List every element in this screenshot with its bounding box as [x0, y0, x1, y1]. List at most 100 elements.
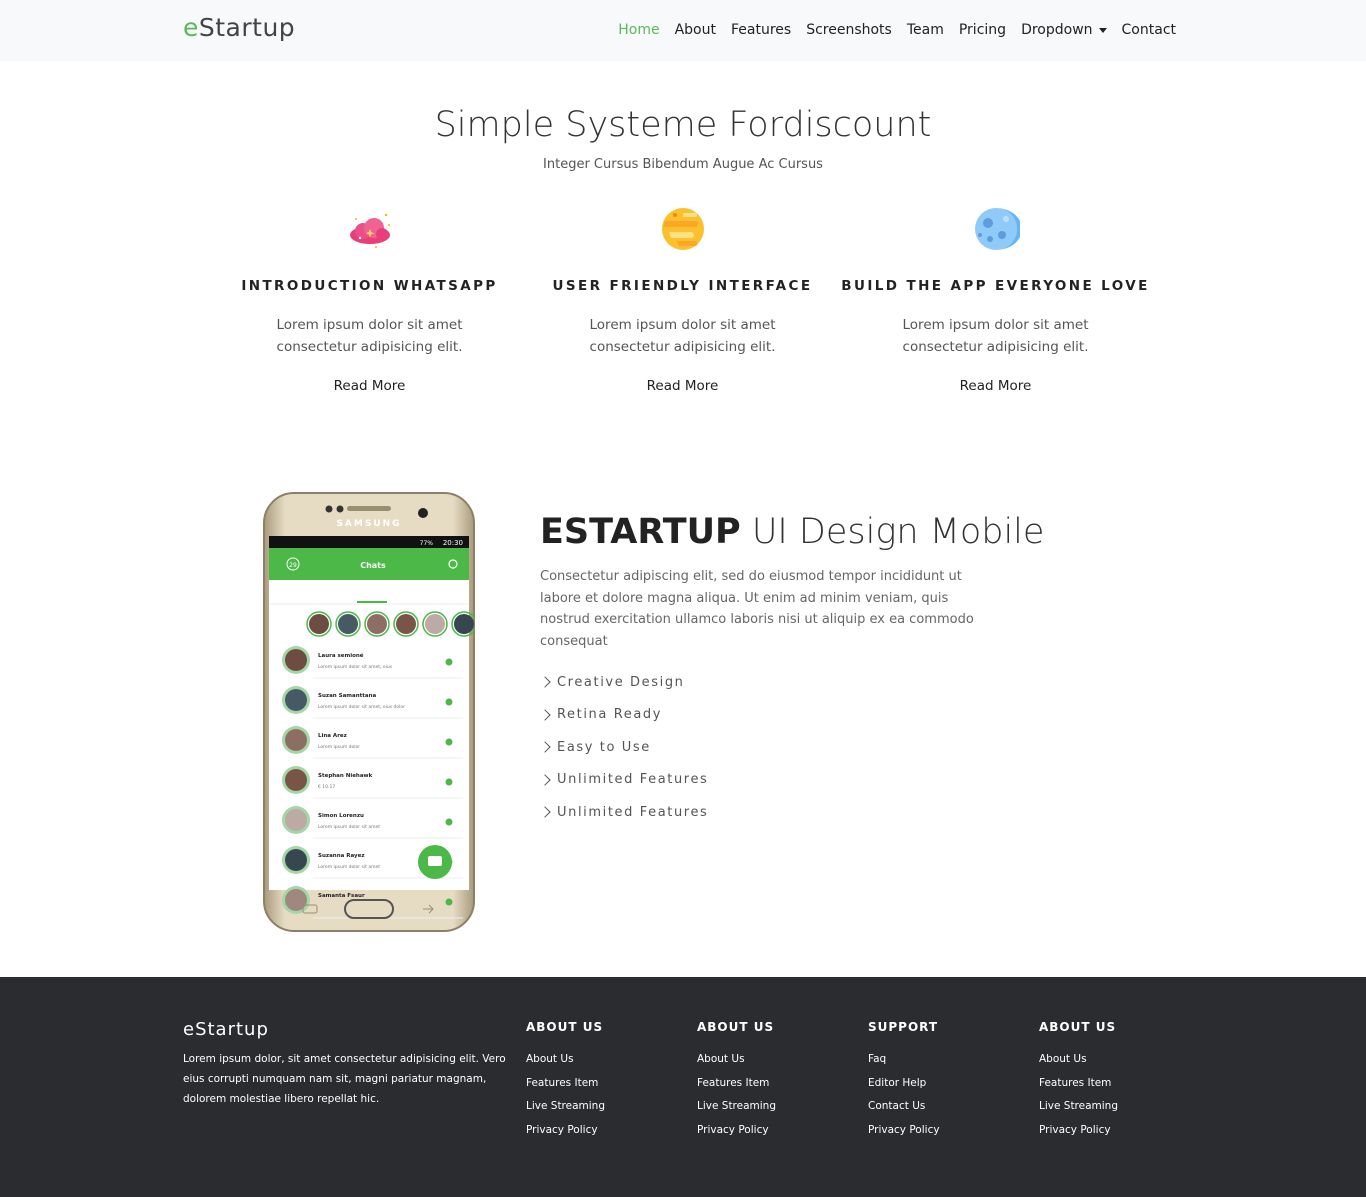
nav-features[interactable]: Features	[731, 22, 791, 38]
feature-card: INTRODUCTION WHATSAPP Lorem ipsum dolor …	[213, 205, 526, 394]
footer-link[interactable]: About Us	[526, 1048, 605, 1072]
footer-link[interactable]: Live Streaming	[697, 1095, 776, 1119]
chevron-right-icon	[539, 676, 551, 688]
checklist-item: Easy to Use	[539, 731, 980, 764]
feature-card: USER FRIENDLY INTERFACE Lorem ipsum dolo…	[526, 205, 839, 394]
nav-dropdown-label: Dropdown	[1021, 22, 1093, 38]
nav-about[interactable]: About	[675, 22, 716, 38]
footer-link[interactable]: Privacy Policy	[697, 1119, 776, 1143]
feature-text: Lorem ipsum dolor sit amet consectetur a…	[902, 317, 1089, 355]
planet-icon	[659, 205, 707, 253]
read-more-link[interactable]: Read More	[647, 378, 719, 394]
chat-message: Lorem ipsum dolor sit amet	[318, 864, 380, 870]
feature-text: Lorem ipsum dolor sit amet consectetur a…	[589, 317, 776, 355]
story-avatar	[335, 611, 361, 637]
phone-mockup-image: SAMSUNG 20:30 77% Chats 29 Laura semioné…	[263, 492, 477, 932]
footer-link[interactable]: Live Streaming	[526, 1095, 605, 1119]
moon-icon	[972, 205, 1022, 253]
footer-column: SUPPORT Faq Editor Help Contact Us Priva…	[868, 1020, 940, 1142]
nav-contact[interactable]: Contact	[1122, 22, 1176, 38]
footer-link[interactable]: Privacy Policy	[1039, 1119, 1118, 1143]
feature-checklist: Creative Design Retina Ready Easy to Use…	[539, 666, 980, 829]
read-more-link[interactable]: Read More	[334, 378, 406, 394]
story-avatar	[422, 611, 448, 637]
cloud-icon	[346, 205, 394, 253]
footer-link[interactable]: Privacy Policy	[868, 1119, 940, 1143]
nav-dropdown[interactable]: Dropdown	[1021, 22, 1107, 38]
footer-link[interactable]: Features Item	[1039, 1072, 1118, 1096]
chat-name: Samanta Fsaur	[318, 893, 365, 899]
footer-link[interactable]: About Us	[1039, 1048, 1118, 1072]
footer-description: Lorem ipsum dolor, sit amet consectetur …	[183, 1053, 506, 1105]
footer-link[interactable]: Editor Help	[868, 1072, 940, 1096]
caret-down-icon	[1098, 27, 1107, 33]
footer-link[interactable]: Privacy Policy	[526, 1119, 605, 1143]
phone-header: Chats	[360, 561, 386, 570]
footer-link[interactable]: Faq	[868, 1048, 940, 1072]
chevron-right-icon	[539, 806, 551, 818]
phone-time: 20:30	[443, 539, 463, 547]
chat-name: Lina Arez	[318, 733, 347, 739]
checklist-label: Retina Ready	[557, 707, 663, 723]
phone-badge: 29	[289, 562, 297, 569]
footer-column: ABOUT US About Us Features Item Live Str…	[1039, 1020, 1118, 1142]
chevron-right-icon	[539, 709, 551, 721]
chat-message: Lorem ipsum dolor	[318, 744, 360, 750]
brand-rest: Startup	[198, 13, 296, 42]
chevron-right-icon	[539, 741, 551, 753]
footer-link[interactable]: Features Item	[526, 1072, 605, 1096]
checklist-item: Creative Design	[539, 666, 980, 699]
feature-title: BUILD THE APP EVERYONE LOVE	[841, 278, 1150, 294]
chat-name: Suzan Samanttana	[318, 693, 377, 699]
chat-name: Suzanna Rayez	[318, 853, 365, 859]
brand-logo[interactable]: eStartup	[183, 13, 295, 42]
checklist-label: Unlimited Features	[557, 772, 709, 788]
footer-column-title: ABOUT US	[526, 1020, 604, 1034]
footer-column: ABOUT US About Us Features Item Live Str…	[526, 1020, 605, 1142]
nav-team[interactable]: Team	[907, 22, 944, 38]
checklist-label: Creative Design	[557, 674, 685, 690]
chat-message: Lorem ipsum dolor sit amet	[318, 824, 380, 830]
chat-name: Laura semioné	[318, 652, 364, 659]
nav-pricing[interactable]: Pricing	[959, 22, 1006, 38]
chat-message: Lorem ipsum dolor sit amet, eius	[318, 664, 393, 670]
feature-title: INTRODUCTION WHATSAPP	[241, 278, 498, 294]
features-row: INTRODUCTION WHATSAPP Lorem ipsum dolor …	[213, 205, 1153, 394]
nav-screenshots[interactable]: Screenshots	[806, 22, 892, 38]
section-title: Simple Systeme Fordiscount	[434, 105, 932, 145]
footer: eStartup Lorem ipsum dolor, sit amet con…	[0, 977, 1366, 1197]
section-subtitle: Integer Cursus Bibendum Augue Ac Cursus	[543, 157, 823, 172]
mobile-description: Consectetur adipiscing elit, sed do eius…	[540, 569, 974, 649]
footer-link[interactable]: Contact Us	[868, 1095, 940, 1119]
brand-prefix: e	[183, 13, 199, 42]
story-avatar	[393, 611, 419, 637]
mobile-heading: ESTARTUP UI Design Mobile	[540, 512, 1044, 552]
read-more-link[interactable]: Read More	[960, 378, 1032, 394]
mobile-feature-section: ESTARTUP UI Design Mobile Consectetur ad…	[539, 512, 1044, 829]
nav-home[interactable]: Home	[618, 22, 659, 38]
mobile-heading-bold: ESTARTUP	[540, 512, 741, 552]
story-avatar	[451, 611, 477, 637]
checklist-item: Retina Ready	[539, 699, 980, 732]
feature-text: Lorem ipsum dolor sit amet consectetur a…	[276, 317, 463, 355]
navbar: eStartup Home About Features Screenshots…	[0, 0, 1366, 61]
feature-title: USER FRIENDLY INTERFACE	[552, 278, 813, 294]
phone-brand-text: SAMSUNG	[336, 519, 401, 529]
footer-brand[interactable]: eStartup	[183, 1019, 269, 1040]
chat-message: € 10.17	[318, 784, 335, 790]
chevron-right-icon	[539, 774, 551, 786]
footer-link[interactable]: About Us	[697, 1048, 776, 1072]
footer-column-title: ABOUT US	[1039, 1020, 1117, 1034]
checklist-item: Unlimited Features	[539, 764, 980, 797]
checklist-label: Unlimited Features	[557, 804, 709, 820]
chat-name: Simon Lorenzu	[318, 813, 364, 819]
checklist-label: Easy to Use	[557, 739, 651, 755]
footer-link[interactable]: Features Item	[697, 1072, 776, 1096]
footer-link[interactable]: Live Streaming	[1039, 1095, 1118, 1119]
main-nav: Home About Features Screenshots Team Pri…	[618, 22, 1176, 38]
mobile-heading-light: UI Design Mobile	[740, 512, 1045, 552]
footer-column: ABOUT US About Us Features Item Live Str…	[697, 1020, 776, 1142]
story-avatar	[364, 611, 390, 637]
feature-card: BUILD THE APP EVERYONE LOVE Lorem ipsum …	[839, 205, 1152, 394]
footer-column-title: ABOUT US	[697, 1020, 775, 1034]
